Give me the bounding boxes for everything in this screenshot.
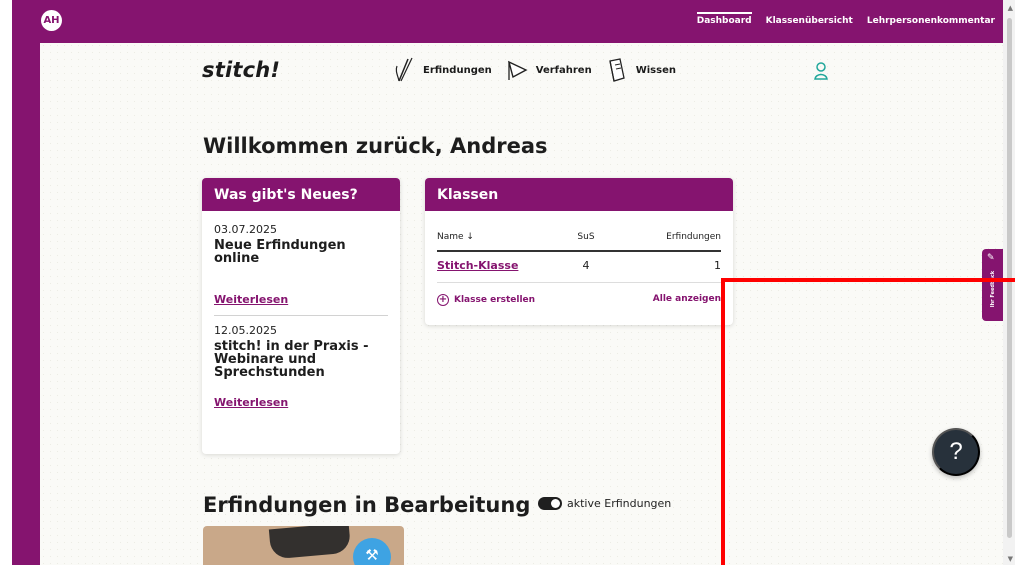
table-row-divider — [437, 282, 721, 283]
news-divider — [214, 315, 388, 316]
table-header-divider — [437, 250, 721, 252]
class-name-link[interactable]: Stitch-Klasse — [437, 259, 557, 272]
active-inventions-toggle-wrapper: aktive Erfindungen — [538, 497, 671, 510]
page-content: stitch! Erfindungen Verfahren Wissen Wil… — [12, 0, 1003, 565]
class-student-count: 4 — [582, 259, 590, 272]
class-invention-count: 1 — [714, 259, 721, 272]
main-navigation: Erfindungen Verfahren Wissen — [392, 56, 676, 84]
book-icon — [608, 58, 625, 82]
news-date: 12.05.2025 — [214, 324, 277, 337]
feedback-label: Ihr Feedback — [990, 270, 996, 308]
name-column-sort[interactable]: Name ↓ — [437, 232, 557, 242]
stitch-dashboard: AH Dashboard Klassenübersicht Lehrperson… — [12, 0, 1003, 565]
nav-procedures[interactable]: Verfahren — [505, 56, 592, 84]
news-card-header: Was gibt's Neues? — [202, 178, 400, 211]
news-date: 03.07.2025 — [214, 223, 277, 236]
user-profile-icon[interactable] — [813, 62, 829, 80]
needle-thread-icon — [395, 57, 413, 82]
help-button[interactable]: ? — [932, 428, 980, 476]
classes-table-header: Name ↓ SuS Erfindungen — [437, 232, 721, 242]
top-links: Dashboard Klassenübersicht Lehrpersonenk… — [696, 12, 995, 26]
invention-project-card[interactable]: ⚒ — [203, 526, 404, 565]
news-item: 03.07.2025 Neue Erfindungen online Weite… — [214, 223, 388, 306]
classes-card: Klassen Name ↓ SuS Erfindungen Stitch-Kl… — [425, 178, 733, 325]
read-more-link[interactable]: Weiterlesen — [214, 396, 388, 409]
scroll-thumb[interactable] — [1007, 18, 1012, 538]
inventions-column-header: Erfindungen — [666, 232, 721, 242]
teacher-comment-link[interactable]: Lehrpersonenkommentar — [867, 16, 995, 26]
class-row: Stitch-Klasse 4 1 — [437, 259, 721, 272]
hammer-icon: ⚒ — [353, 538, 391, 565]
fabric-flag-icon — [507, 60, 528, 80]
create-class-label: Klasse erstellen — [454, 295, 536, 305]
stitch-logo[interactable]: stitch! — [202, 58, 280, 82]
create-class-button[interactable]: + Klasse erstellen — [437, 294, 535, 306]
nav-inventions-label: Erfindungen — [423, 64, 492, 76]
nav-procedures-label: Verfahren — [535, 64, 592, 76]
project-photo-object — [268, 526, 352, 560]
scroll-up-icon[interactable]: ▲ — [1008, 4, 1013, 12]
nav-inventions[interactable]: Erfindungen — [392, 56, 492, 84]
welcome-heading: Willkommen zurück, Andreas — [203, 134, 548, 158]
browser-left-frame — [0, 0, 12, 565]
show-all-classes-link[interactable]: Alle anzeigen — [653, 294, 721, 306]
class-actions: + Klasse erstellen Alle anzeigen — [437, 294, 721, 306]
plus-circle-icon: + — [437, 294, 449, 306]
user-avatar[interactable]: AH — [41, 10, 62, 31]
feedback-tab[interactable]: ✎ Ihr Feedback — [982, 249, 1003, 321]
class-overview-link[interactable]: Klassenübersicht — [766, 16, 853, 26]
read-more-link[interactable]: Weiterlesen — [214, 293, 388, 306]
students-column-header: SuS — [577, 232, 595, 242]
active-inventions-label: aktive Erfindungen — [567, 497, 672, 510]
classes-card-header: Klassen — [425, 178, 733, 211]
scroll-down-icon[interactable]: ▼ — [1008, 555, 1013, 563]
vertical-scrollbar[interactable]: ▲ ▼ — [1003, 0, 1015, 565]
logo-text: stitch! — [202, 58, 281, 82]
news-card: Was gibt's Neues? 03.07.2025 Neue Erfind… — [202, 178, 400, 454]
nav-knowledge[interactable]: Wissen — [605, 56, 676, 84]
news-item: 12.05.2025 stitch! in der Praxis - Webin… — [214, 324, 388, 409]
nav-knowledge-label: Wissen — [635, 64, 676, 76]
news-title: stitch! in der Praxis - Webinare und Spr… — [214, 339, 369, 380]
inventions-in-progress-heading: Erfindungen in Bearbeitung — [203, 493, 531, 517]
pencil-icon: ✎ — [987, 253, 995, 263]
top-navigation-bar: AH Dashboard Klassenübersicht Lehrperson… — [12, 0, 1003, 43]
dashboard-link[interactable]: Dashboard — [696, 12, 752, 26]
news-title: Neue Erfindungen online — [214, 238, 346, 266]
active-inventions-toggle[interactable] — [538, 497, 562, 510]
